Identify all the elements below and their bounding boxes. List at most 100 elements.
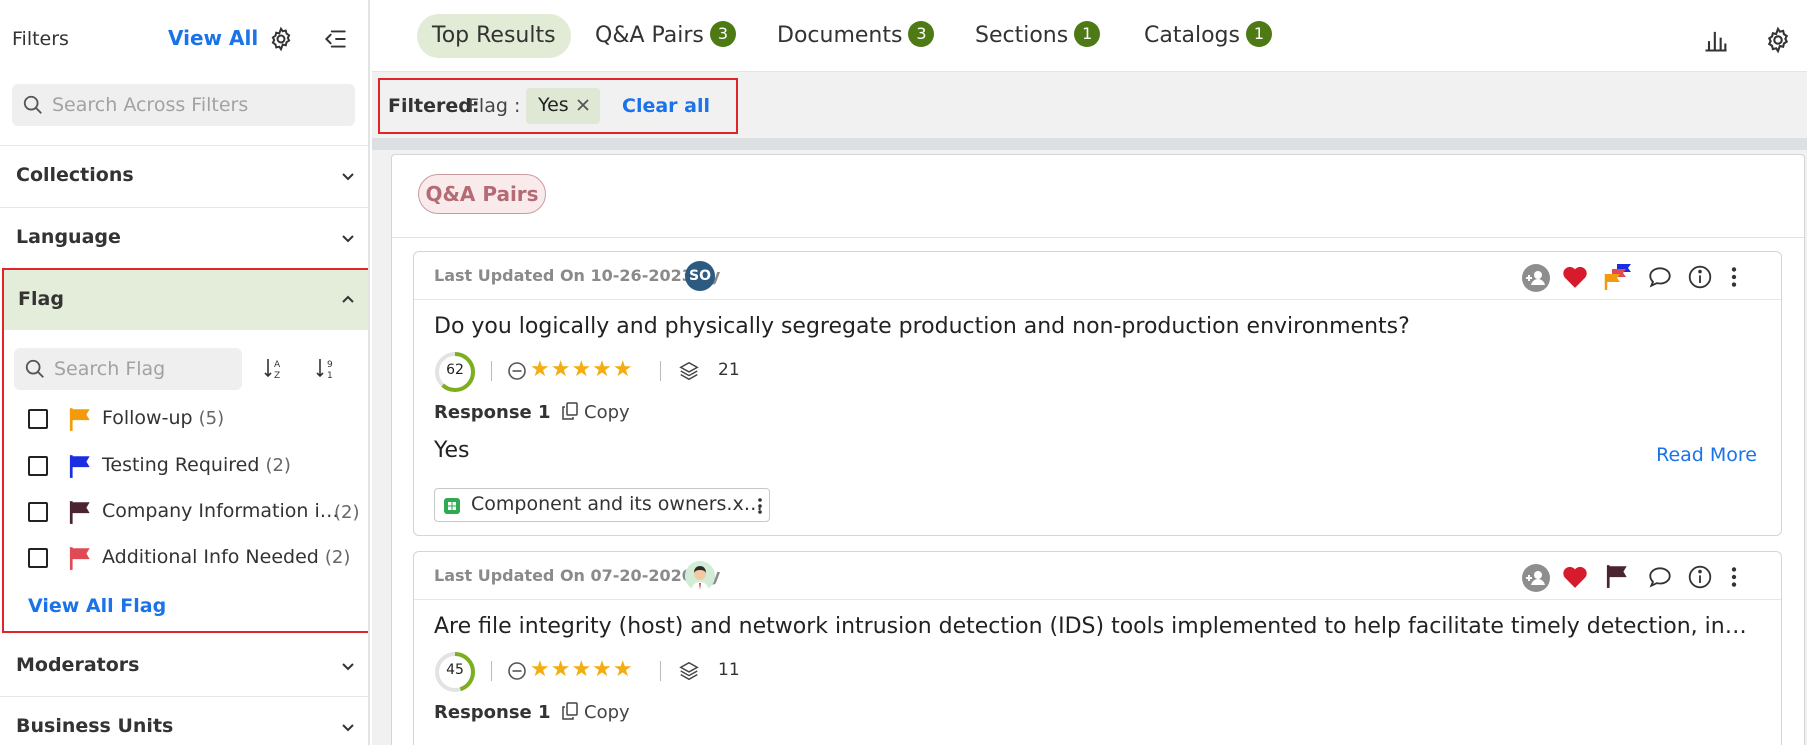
response-label: Response 1 [434,402,551,423]
checkbox[interactable] [28,502,48,522]
tab-catalogs[interactable]: Catalogs 1 [1144,14,1272,58]
section-label: Moderators [16,654,140,676]
more-options-icon[interactable] [757,496,763,516]
question-text[interactable]: Are file integrity (host) and network in… [434,614,1759,639]
question-text[interactable]: Do you logically and physically segregat… [434,314,1759,339]
section-moderators[interactable]: Moderators [0,636,368,696]
close-icon[interactable] [576,98,590,112]
qa-card[interactable]: Last Updated On 10-26-2023 by SO Do you … [413,251,1782,536]
divider [491,361,492,381]
section-label: Business Units [16,715,174,737]
comment-icon[interactable] [1647,264,1673,290]
star-rating[interactable]: ★★★★★ [530,357,634,382]
copy-button[interactable]: Copy [562,702,630,723]
section-chip-qa-pairs[interactable]: Q&A Pairs [418,174,546,214]
gear-icon[interactable] [1764,26,1792,54]
section-flag[interactable]: Flag [4,270,368,330]
qa-card[interactable]: Last Updated On 07-20-2020 by Are file i… [413,551,1782,745]
more-options-icon[interactable] [1727,264,1741,290]
active-filters-bar: Filtered: Flag : Yes Clear all [378,78,738,134]
count-badge: 1 [1074,21,1101,47]
response-label: Response 1 [434,702,551,723]
add-user-icon[interactable] [1521,263,1551,293]
attachment-chip[interactable]: Component and its owners.x… [434,488,770,522]
section-label: Language [16,226,121,248]
copy-button[interactable]: Copy [562,402,630,423]
flag-option-count: (2) [265,455,291,476]
tab-documents[interactable]: Documents 3 [777,14,935,58]
add-user-icon[interactable] [1521,563,1551,593]
flag-option-label: Company Information i… [102,500,339,522]
heart-icon[interactable] [1562,265,1588,289]
attachment-name: Component and its owners.x… [471,493,763,515]
sidebar-title: Filters [12,28,69,50]
filter-search-input[interactable]: Search Across Filters [12,84,355,126]
sort-numeric-icon[interactable]: 91 [314,356,338,380]
minus-circle-icon[interactable] [507,661,527,681]
score-ring: 45 [434,651,476,693]
divider [660,361,661,381]
flag-search-input[interactable]: Search Flag [14,348,242,390]
flag-option-label: Follow-up (5) [102,407,225,429]
bar-chart-icon[interactable] [1702,26,1730,54]
tab-top-results[interactable]: Top Results [417,14,571,58]
flag-option-testing-required[interactable]: Testing Required (2) [28,450,368,482]
checkbox[interactable] [28,548,48,568]
checkbox[interactable] [28,456,48,476]
last-updated-text: Last Updated On 07-20-2020 by [434,566,721,585]
excel-file-icon [443,497,461,515]
minus-circle-icon[interactable] [507,361,527,381]
section-business-units[interactable]: Business Units [0,697,368,745]
heart-icon[interactable] [1562,565,1588,589]
copy-icon [562,402,578,420]
card-actions [1521,563,1761,593]
flag-icon [68,453,94,479]
flag-search-placeholder: Search Flag [54,358,166,380]
divider [392,237,1804,238]
clear-all-link[interactable]: Clear all [622,95,710,117]
card-header: Last Updated On 10-26-2023 by SO [414,252,1781,300]
chevron-down-icon [340,168,356,184]
divider [491,661,492,681]
usage-count: 11 [718,660,740,680]
flag-option-label: Additional Info Needed (2) [102,546,351,568]
flag-option-company-information[interactable]: Company Information i… (2) [28,496,368,528]
section-collections[interactable]: Collections [0,146,368,206]
chevron-down-icon [340,658,356,674]
multi-flag-icon[interactable] [1601,260,1633,292]
filter-key: Flag : [468,95,521,117]
flag-icon[interactable] [1605,563,1631,589]
separator-strip [372,138,1807,150]
view-all-flag-link[interactable]: View All Flag [28,595,166,617]
tab-label: Sections [975,23,1069,48]
count-badge: 1 [1245,21,1272,47]
comment-icon[interactable] [1647,564,1673,590]
read-more-link[interactable]: Read More [1656,444,1757,466]
tab-qa-pairs[interactable]: Q&A Pairs 3 [595,14,736,58]
results-content: Filtered: Flag : Yes Clear all Q&A Pairs… [372,72,1807,745]
collapse-sidebar-icon[interactable] [322,26,348,52]
card-metrics: 45 ★★★★★ 11 [434,651,934,695]
star-rating[interactable]: ★★★★★ [530,657,634,682]
flag-option-additional-info-needed[interactable]: Additional Info Needed (2) [28,542,368,574]
info-icon[interactable] [1687,264,1713,290]
flag-icon [68,545,94,571]
tab-label: Top Results [432,23,556,48]
more-options-icon[interactable] [1727,564,1741,590]
answer-text: Yes [434,438,470,463]
flag-option-follow-up[interactable]: Follow-up (5) [28,403,368,435]
chevron-up-icon [340,292,356,308]
gear-icon[interactable] [268,26,294,52]
view-all-filters-link[interactable]: View All [168,26,258,50]
section-language[interactable]: Language [0,208,368,268]
chevron-down-icon [340,719,356,735]
copy-label: Copy [584,702,630,723]
score-ring: 62 [434,351,476,393]
tab-sections[interactable]: Sections 1 [975,14,1101,58]
info-icon[interactable] [1687,564,1713,590]
search-placeholder: Search Across Filters [52,94,249,116]
checkbox[interactable] [28,409,48,429]
flag-icon [68,406,94,432]
results-tabs-bar: Top Results Q&A Pairs 3 Documents 3 Sectio… [372,0,1807,72]
sort-alpha-icon[interactable]: AZ [262,356,286,380]
